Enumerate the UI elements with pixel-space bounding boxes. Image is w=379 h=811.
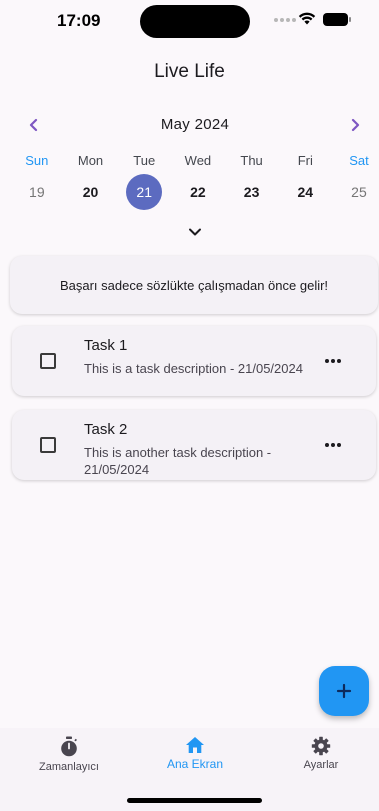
nav-item-settings[interactable]: Ayarlar [258,736,379,771]
battery-icon [323,13,351,26]
day-of-week-label: Fri [297,153,313,168]
day-of-week-label: Sat [349,153,369,168]
day-of-week-label: Tue [133,153,156,168]
nav-item-timer[interactable]: Zamanlayıcı [6,736,132,773]
selected-date-number: 21 [126,174,163,210]
motivational-quote-card: Başarı sadece sözlükte çalışmadan önce g… [10,256,378,314]
day-fri[interactable]: Fri 24 [278,152,332,210]
nav-label: Ayarlar [303,759,339,771]
task-title: Task 1 [84,337,128,354]
task-description: This is a task description - 21/05/2024 [84,361,303,376]
nav-label: Zamanlayıcı [39,761,99,773]
week-strip: Sun 19 Mon 20 Tue 21 Wed 22 Thu 23 Fri 2… [10,152,379,210]
date-number: 20 [82,184,99,200]
date-number: 23 [243,184,260,200]
date-number: 25 [351,184,367,200]
day-tue[interactable]: Tue 21 [117,152,171,210]
more-options-icon[interactable] [318,350,348,372]
nav-label: Ana Ekran [166,757,224,771]
plus-icon [336,683,352,699]
month-navigation: May 2024 [20,113,370,137]
day-mon[interactable]: Mon 20 [64,152,118,210]
day-wed[interactable]: Wed 22 [171,152,225,210]
stopwatch-icon [61,736,77,757]
task-card[interactable]: Task 2 This is another task description … [12,410,376,480]
gear-icon [311,736,331,756]
next-month-button[interactable] [343,113,367,137]
more-options-icon[interactable] [318,434,348,456]
day-of-week-label: Thu [240,153,263,168]
home-indicator [127,798,262,803]
home-icon [186,737,204,753]
day-of-week-label: Wed [184,153,212,168]
day-of-week-label: Sun [25,153,49,168]
status-time: 17:09 [57,11,101,30]
date-number: 22 [190,184,206,200]
task-card[interactable]: Task 1 This is a task description - 21/0… [12,326,376,396]
status-bar: 17:09 [0,0,379,44]
expand-calendar-button[interactable] [183,223,207,241]
quote-text: Başarı sadece sözlükte çalışmadan önce g… [59,277,329,293]
task-checkbox[interactable] [40,437,56,453]
dynamic-island [140,5,250,38]
add-task-button[interactable] [319,666,369,716]
task-title: Task 2 [84,421,128,438]
date-number: 19 [29,184,45,200]
date-number: 24 [297,184,314,200]
day-sun[interactable]: Sun 19 [10,152,64,210]
month-label: May 2024 [160,116,230,133]
chevron-down-icon [189,228,201,236]
day-of-week-label: Mon [77,153,104,168]
app-title: Live Life [154,61,225,82]
wifi-icon [298,12,316,25]
cellular-signal-icon [274,18,296,22]
chevron-right-icon [351,118,360,132]
task-checkbox[interactable] [40,353,56,369]
task-description: This is another task description - 21/05… [84,445,272,477]
day-sat[interactable]: Sat 25 [332,152,379,210]
nav-item-home[interactable]: Ana Ekran [132,736,258,771]
day-thu[interactable]: Thu 23 [225,152,279,210]
